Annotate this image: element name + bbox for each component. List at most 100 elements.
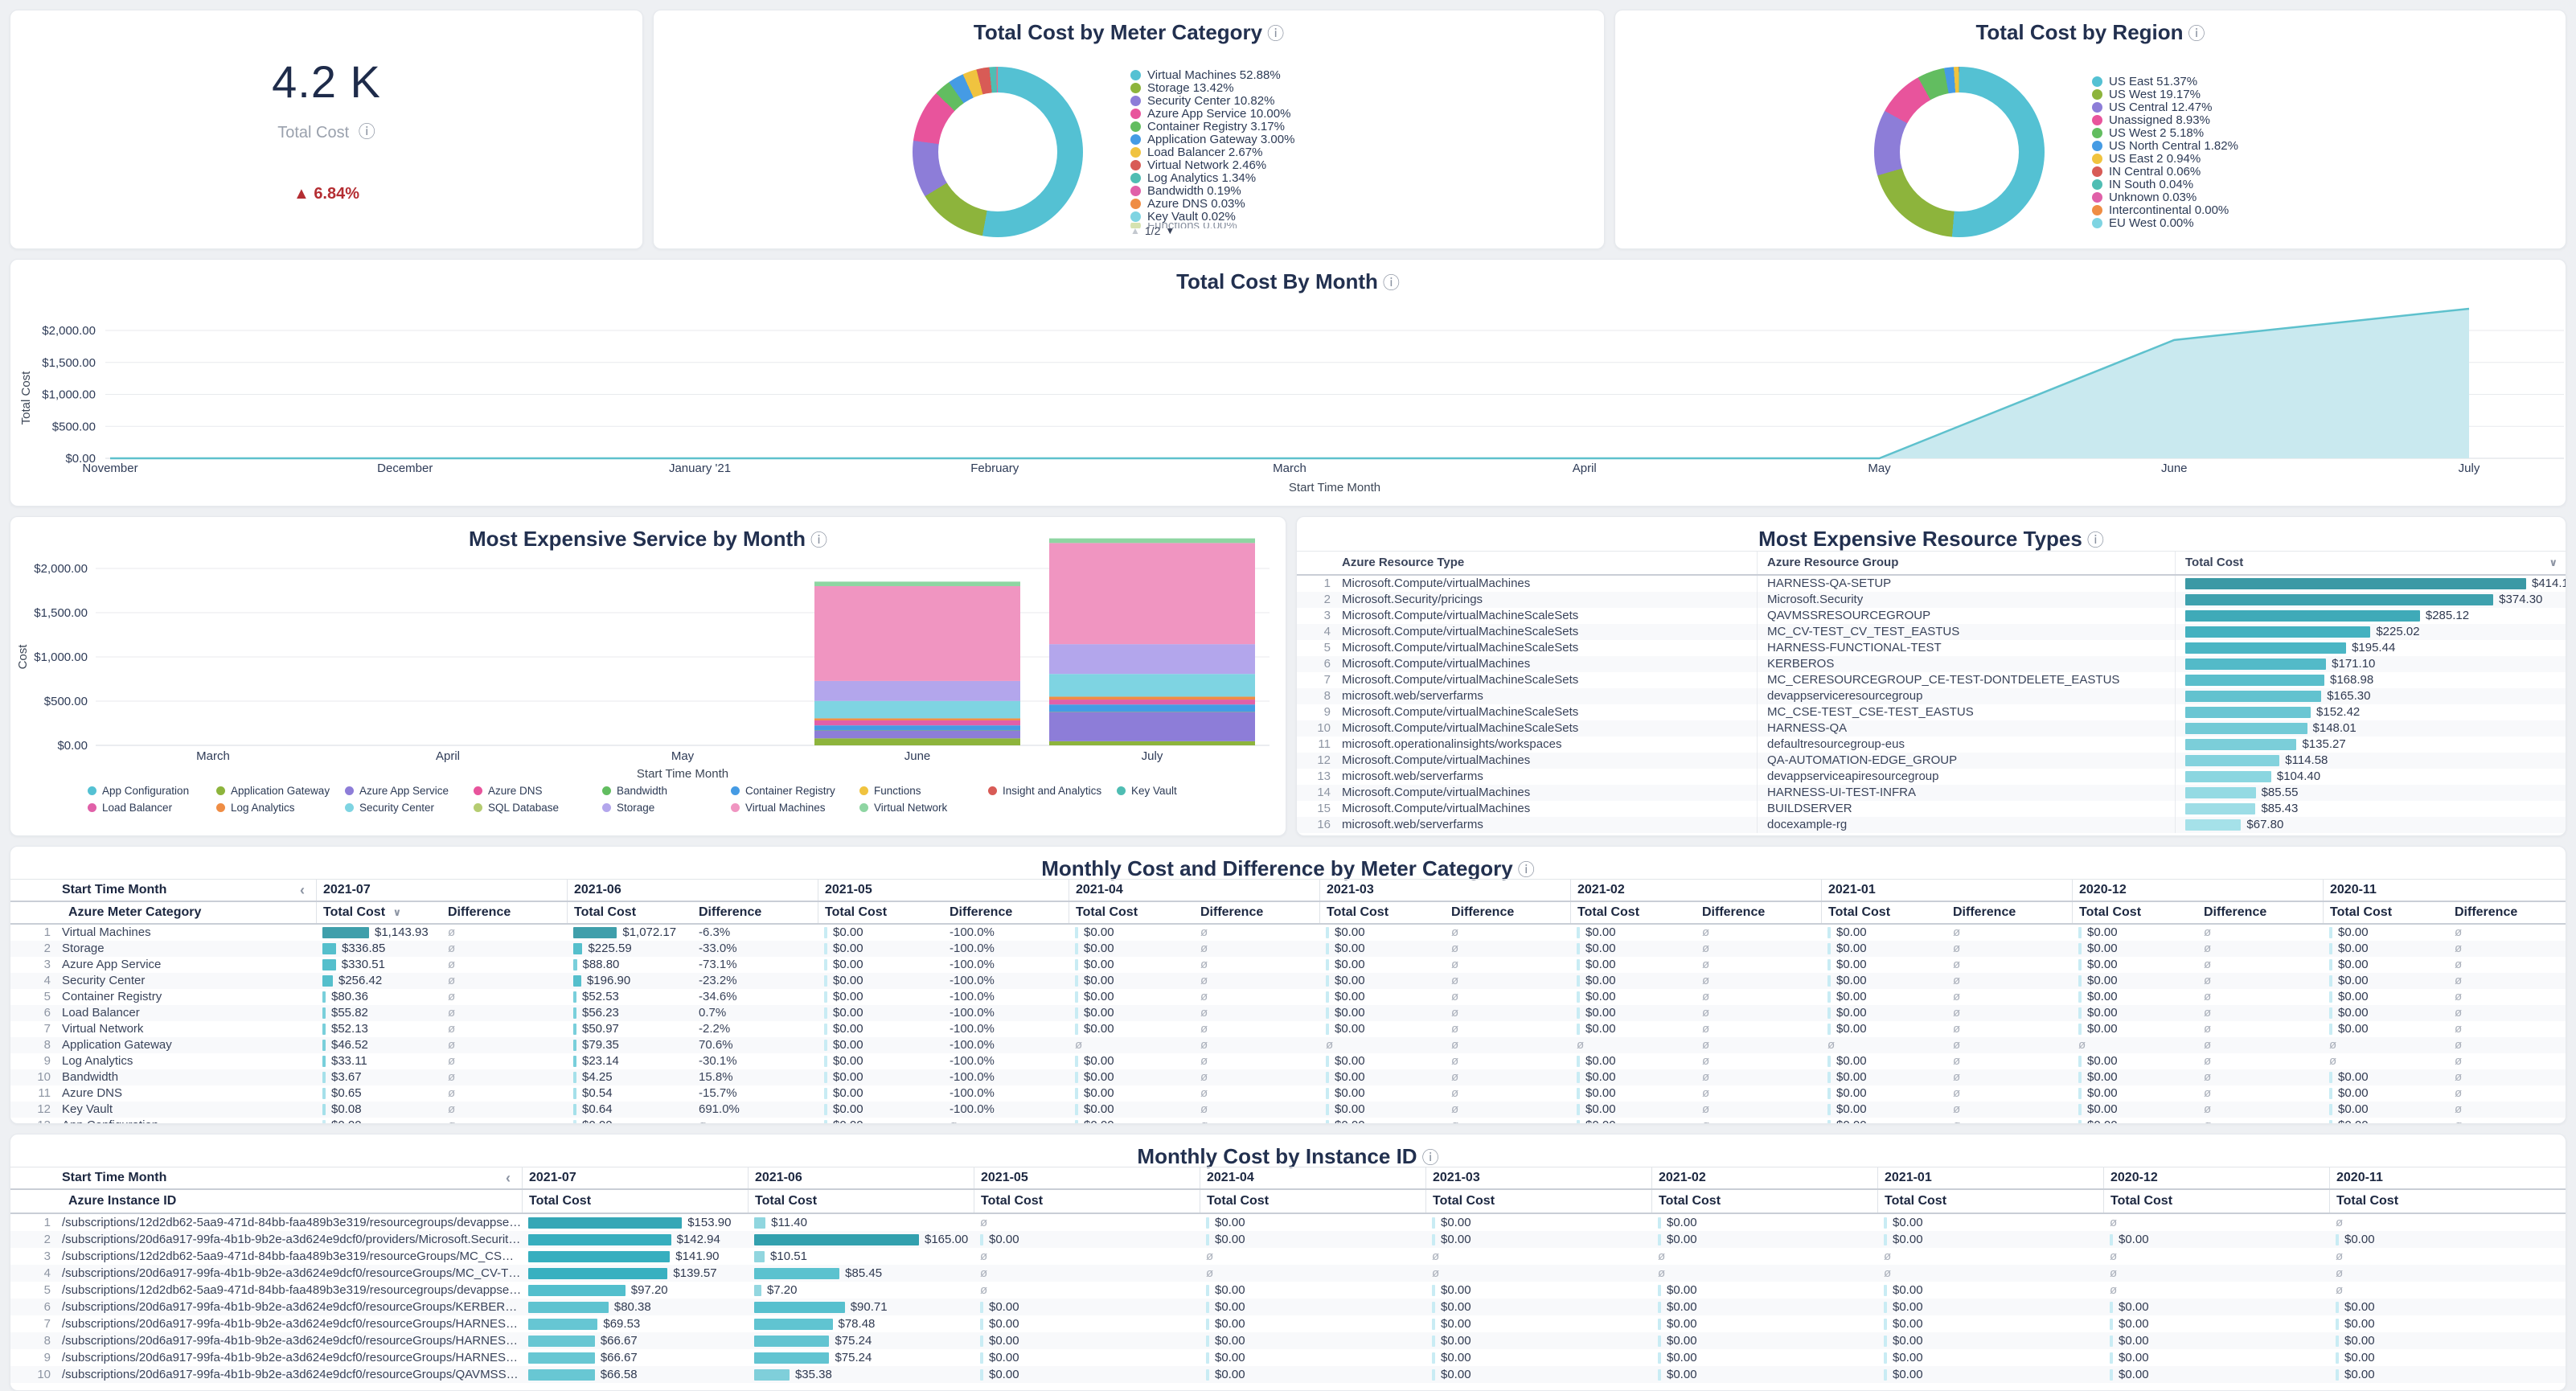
table-row[interactable]: 5Container Registry$80.36ø$52.53-34.6%$0… xyxy=(10,989,2566,1005)
legend-item[interactable]: Key Vault xyxy=(1117,782,1245,799)
legend-item[interactable]: Bandwidth 0.19% xyxy=(1130,184,1294,197)
col-total-cost[interactable]: Total Cost xyxy=(1570,902,1696,923)
legend-item[interactable]: Virtual Network xyxy=(859,799,988,816)
col-total-cost[interactable]: Total Cost∨ xyxy=(2175,552,2566,574)
col-total-cost[interactable]: Total Cost xyxy=(567,902,692,923)
col-total-cost[interactable]: Total Cost xyxy=(2323,902,2448,923)
col-total-cost[interactable]: Total Cost xyxy=(818,902,943,923)
info-icon[interactable]: ⓘ xyxy=(2087,531,2104,550)
table-row[interactable]: 12Microsoft.Compute/virtualMachinesQA-AU… xyxy=(1297,753,2566,769)
table-row[interactable]: 1Virtual Machines$1,143.93ø$1,072.17-6.3… xyxy=(10,925,2566,941)
legend-item[interactable]: US North Central 1.82% xyxy=(2092,139,2238,152)
table-row[interactable]: 6Microsoft.Compute/virtualMachinesKERBER… xyxy=(1297,656,2566,672)
info-icon[interactable]: ⓘ xyxy=(359,123,375,142)
table-row[interactable]: 16microsoft.web/serverfarmsdocexample-rg… xyxy=(1297,817,2566,833)
legend-item[interactable]: Storage 13.42% xyxy=(1130,81,1294,94)
table-row[interactable]: 3Microsoft.Compute/virtualMachineScaleSe… xyxy=(1297,608,2566,624)
legend-item[interactable]: IN South 0.04% xyxy=(2092,178,2238,191)
table-row[interactable]: 8microsoft.web/serverfarmsdevappservicer… xyxy=(1297,688,2566,704)
legend-item[interactable]: US West 19.17% xyxy=(2092,88,2238,101)
table-row[interactable]: 6/subscriptions/20d6a917-99fa-4b1b-9b2e-… xyxy=(10,1299,2566,1315)
table-row[interactable]: 13App Configuration$0.00ø$0.00ø$0.00ø$0.… xyxy=(10,1118,2566,1124)
table-row[interactable]: 8/subscriptions/20d6a917-99fa-4b1b-9b2e-… xyxy=(10,1332,2566,1349)
table-row[interactable]: 4Microsoft.Compute/virtualMachineScaleSe… xyxy=(1297,624,2566,640)
col-total-cost[interactable]: Total Cost xyxy=(1877,1190,2103,1213)
legend-item[interactable]: Virtual Machines xyxy=(731,799,859,816)
table-row[interactable]: 10Bandwidth$3.67ø$4.2515.8%$0.00-100.0%$… xyxy=(10,1069,2566,1085)
col-difference[interactable]: Difference xyxy=(2197,902,2323,923)
table-row[interactable]: 13microsoft.web/serverfarmsdevappservice… xyxy=(1297,769,2566,785)
legend-item[interactable]: Load Balancer xyxy=(88,799,216,816)
table-row[interactable]: 3Azure App Service$330.51ø$88.80-73.1%$0… xyxy=(10,957,2566,973)
table-row[interactable]: 7Virtual Network$52.13ø$50.97-2.2%$0.00-… xyxy=(10,1021,2566,1037)
legend-item[interactable]: Container Registry xyxy=(731,782,859,799)
legend-item[interactable]: Functions xyxy=(859,782,988,799)
col-difference[interactable]: Difference xyxy=(441,902,567,923)
table-row[interactable]: 10/subscriptions/20d6a917-99fa-4b1b-9b2e… xyxy=(10,1366,2566,1383)
col-total-cost[interactable]: Total Cost xyxy=(1651,1190,1877,1213)
col-total-cost[interactable]: Total Cost xyxy=(2072,902,2197,923)
col-difference[interactable]: Difference xyxy=(2448,902,2566,923)
table-row[interactable]: 7Microsoft.Compute/virtualMachineScaleSe… xyxy=(1297,672,2566,688)
legend-item[interactable]: Unassigned 8.93% xyxy=(2092,113,2238,126)
table-row[interactable]: 1/subscriptions/12d2db62-5aa9-471d-84bb-… xyxy=(10,1214,2566,1231)
legend-item[interactable]: Load Balancer 2.67% xyxy=(1130,146,1294,158)
info-icon[interactable]: ⓘ xyxy=(2188,25,2205,43)
legend-item[interactable]: Virtual Machines 52.88% xyxy=(1130,68,1294,81)
legend-item[interactable]: Unknown 0.03% xyxy=(2092,191,2238,203)
legend-item[interactable]: Azure DNS xyxy=(474,782,602,799)
legend-item[interactable]: Log Analytics xyxy=(216,799,345,816)
table-row[interactable]: 4Security Center$256.42ø$196.90-23.2%$0.… xyxy=(10,973,2566,989)
col-resource-type[interactable]: Azure Resource Type xyxy=(1342,552,1757,574)
table-row[interactable]: 2Microsoft.Security/pricingsMicrosoft.Se… xyxy=(1297,592,2566,608)
total-cost-by-month-area-chart[interactable]: $0.00$500.00$1,000.00$1,500.00$2,000.00T… xyxy=(10,285,2566,507)
legend-item[interactable]: Virtual Network 2.46% xyxy=(1130,158,1294,171)
col-total-cost[interactable]: Total Cost xyxy=(1200,1190,1425,1213)
legend-item[interactable]: US East 51.37% xyxy=(2092,75,2238,88)
legend-item[interactable]: Log Analytics 1.34% xyxy=(1130,171,1294,184)
legend-item[interactable]: IN Central 0.06% xyxy=(2092,165,2238,178)
col-difference[interactable]: Difference xyxy=(1194,902,1319,923)
col-difference[interactable]: Difference xyxy=(943,902,1069,923)
table-row[interactable]: 8Application Gateway$46.52ø$79.3570.6%$0… xyxy=(10,1037,2566,1053)
table-row[interactable]: 7/subscriptions/20d6a917-99fa-4b1b-9b2e-… xyxy=(10,1315,2566,1332)
col-total-cost[interactable]: Total Cost xyxy=(1319,902,1445,923)
col-total-cost[interactable]: Total Cost xyxy=(2103,1190,2329,1213)
legend-item[interactable]: Bandwidth xyxy=(602,782,731,799)
table-row[interactable]: 2Storage$336.85ø$225.59-33.0%$0.00-100.0… xyxy=(10,941,2566,957)
table-row[interactable]: 5Microsoft.Compute/virtualMachineScaleSe… xyxy=(1297,640,2566,656)
col-difference[interactable]: Difference xyxy=(1946,902,2072,923)
col-total-cost[interactable]: Total Cost xyxy=(1425,1190,1651,1213)
legend-item[interactable]: US Central 12.47% xyxy=(2092,101,2238,113)
col-resource-group[interactable]: Azure Resource Group xyxy=(1757,552,2175,574)
legend-item[interactable]: Azure DNS 0.03% xyxy=(1130,197,1294,210)
table-row[interactable]: 14Microsoft.Compute/virtualMachinesHARNE… xyxy=(1297,785,2566,801)
col-total-cost[interactable]: Total Cost xyxy=(748,1190,974,1213)
legend-item[interactable]: Application Gateway 3.00% xyxy=(1130,133,1294,146)
table-row[interactable]: 6Load Balancer$55.82ø$56.230.7%$0.00-100… xyxy=(10,1005,2566,1021)
legend-item[interactable]: Insight and Analytics xyxy=(988,782,1117,799)
service-by-month-stacked-chart[interactable]: $0.00$500.00$1,000.00$1,500.00$2,000.00C… xyxy=(10,538,1278,782)
col-total-cost[interactable]: Total Cost xyxy=(974,1190,1200,1213)
legend-item[interactable]: US West 2 5.18% xyxy=(2092,126,2238,139)
legend-item[interactable]: US East 2 0.94% xyxy=(2092,152,2238,165)
region-donut[interactable] xyxy=(1874,67,2045,237)
col-difference[interactable]: Difference xyxy=(692,902,818,923)
info-icon[interactable]: ⓘ xyxy=(1518,861,1535,880)
table-row[interactable]: 9Microsoft.Compute/virtualMachineScaleSe… xyxy=(1297,704,2566,720)
legend-item[interactable]: Application Gateway xyxy=(216,782,345,799)
col-total-cost[interactable]: Total Cost xyxy=(1821,902,1946,923)
legend-item[interactable]: Security Center xyxy=(345,799,474,816)
legend-item[interactable]: Intercontinental 0.00% xyxy=(2092,203,2238,216)
legend-item[interactable]: Storage xyxy=(602,799,731,816)
info-icon[interactable]: ⓘ xyxy=(1422,1149,1439,1167)
table-row[interactable]: 11microsoft.operationalinsights/workspac… xyxy=(1297,737,2566,753)
table-row[interactable]: 3/subscriptions/12d2db62-5aa9-471d-84bb-… xyxy=(10,1248,2566,1265)
legend-item[interactable]: App Configuration xyxy=(88,782,216,799)
table-row[interactable]: 9/subscriptions/20d6a917-99fa-4b1b-9b2e-… xyxy=(10,1349,2566,1366)
legend-item[interactable]: Key Vault 0.02% xyxy=(1130,210,1294,223)
col-total-cost[interactable]: Total Cost xyxy=(1069,902,1194,923)
legend-item[interactable]: EU West 0.00% xyxy=(2092,216,2238,229)
info-icon[interactable]: ⓘ xyxy=(1267,25,1284,43)
table-row[interactable]: 4/subscriptions/20d6a917-99fa-4b1b-9b2e-… xyxy=(10,1265,2566,1282)
